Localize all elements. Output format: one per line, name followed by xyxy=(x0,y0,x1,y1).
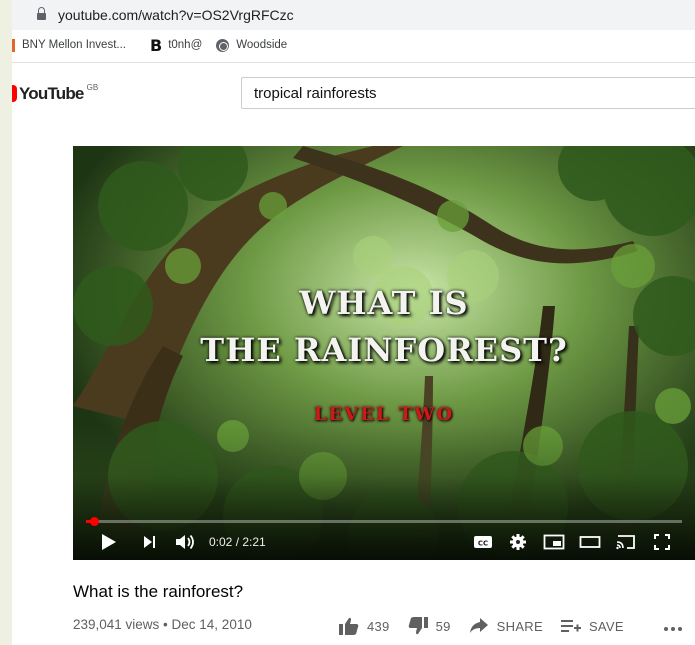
browser-page: youtube.com/watch?v=OS2VrgRFCzc BNY Mell… xyxy=(12,0,695,645)
bookmark-woodside[interactable]: Woodside xyxy=(216,38,288,52)
bookmark-label: Woodside xyxy=(236,39,288,51)
next-icon[interactable] xyxy=(143,533,157,556)
globe-icon xyxy=(216,38,230,52)
bookmark-bny-mellon[interactable]: BNY Mellon Invest... xyxy=(12,38,126,52)
save-label: SAVE xyxy=(588,618,624,634)
captions-icon[interactable]: CC xyxy=(473,533,493,556)
more-actions-icon[interactable] xyxy=(663,619,683,637)
like-count: 439 xyxy=(367,618,390,634)
theater-mode-icon[interactable] xyxy=(579,533,601,556)
progress-bar[interactable] xyxy=(86,517,682,526)
video-overlay-line1: WHAT IS xyxy=(299,284,469,322)
dislike-button[interactable]: 59 xyxy=(408,617,451,635)
video-overlay-line2: THE RAINFOREST? xyxy=(200,331,568,369)
svg-text:CC: CC xyxy=(478,540,488,548)
bookmark-label: t0nh@ xyxy=(168,39,203,51)
settings-gear-icon[interactable] xyxy=(509,533,527,556)
fullscreen-icon[interactable] xyxy=(653,533,671,556)
thumbs-up-icon xyxy=(339,617,359,635)
cast-icon[interactable] xyxy=(615,533,637,556)
miniplayer-icon[interactable] xyxy=(543,533,565,556)
region-code: GB xyxy=(86,83,99,92)
address-bar[interactable]: youtube.com/watch?v=OS2VrgRFCzc xyxy=(12,0,695,30)
b-favicon-icon: B xyxy=(149,35,163,55)
share-label: SHARE xyxy=(496,618,543,634)
share-arrow-icon xyxy=(469,618,488,633)
thumbs-down-icon xyxy=(408,617,428,635)
youtube-logo[interactable]: YouTube GB xyxy=(12,83,99,103)
play-icon[interactable] xyxy=(101,533,117,556)
share-button[interactable]: SHARE xyxy=(469,618,543,634)
scrubber-handle[interactable] xyxy=(90,517,99,526)
url-text[interactable]: youtube.com/watch?v=OS2VrgRFCzc xyxy=(58,7,294,23)
save-button[interactable]: SAVE xyxy=(560,618,624,634)
player-controls: 0:02 / 2:21 CC xyxy=(73,530,695,560)
video-title: What is the rainforest? xyxy=(73,582,244,601)
time-display: 0:02 / 2:21 xyxy=(209,535,266,549)
add-to-playlist-icon xyxy=(560,620,581,632)
dislike-count: 59 xyxy=(435,618,451,634)
logo-text: YouTube xyxy=(19,84,84,103)
youtube-play-logo-icon xyxy=(12,85,17,102)
lock-icon xyxy=(37,7,46,20)
like-button[interactable]: 439 xyxy=(339,617,390,635)
bny-favicon-icon xyxy=(12,38,15,52)
youtube-header: YouTube GB tropical rainforests xyxy=(12,63,695,121)
video-actions: 439 59 SHARE SAVE xyxy=(339,617,642,635)
search-input[interactable]: tropical rainforests xyxy=(241,77,695,109)
bookmark-label: BNY Mellon Invest... xyxy=(22,39,126,51)
video-meta: 239,041 views • Dec 14, 2010 xyxy=(73,617,252,632)
volume-icon[interactable] xyxy=(175,533,197,556)
video-overlay-line3: LEVEL TWO xyxy=(313,404,455,425)
video-player[interactable]: WHAT IS THE RAINFOREST? LEVEL TWO 0:02 /… xyxy=(73,146,695,560)
bookmark-t0nh[interactable]: B t0nh@ xyxy=(140,36,202,55)
bookmarks-bar: BNY Mellon Invest... B t0nh@ Woodside xyxy=(12,32,695,58)
